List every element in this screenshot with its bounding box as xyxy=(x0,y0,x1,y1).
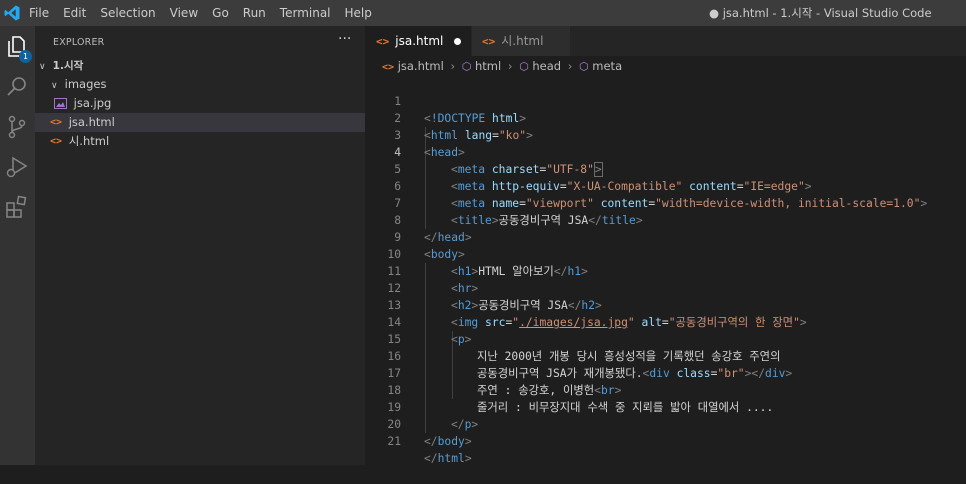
file-si-html[interactable]: <> 시.html xyxy=(35,132,365,151)
title-bar: File Edit Selection View Go Run Terminal… xyxy=(0,0,966,26)
file-si-html-label: 시.html xyxy=(68,134,110,148)
search-icon[interactable] xyxy=(4,74,30,100)
code-line: 7 <title>공동경비구역 JSA</title> xyxy=(365,178,966,227)
code-line: 11 <hr> xyxy=(365,246,966,295)
tab-si-html-label: 시.html xyxy=(501,34,544,48)
file-jsa-html-label: jsa.html xyxy=(68,115,115,129)
breadcrumb-meta[interactable]: meta xyxy=(592,59,622,73)
source-control-icon[interactable] xyxy=(4,114,30,140)
extensions-icon[interactable] xyxy=(4,194,30,220)
menu-help[interactable]: Help xyxy=(338,0,379,26)
element-cube-icon: ⬡ xyxy=(461,60,472,73)
code-line: 12 <h2>공동경비구역 JSA</h2> xyxy=(365,263,966,312)
code-line: 8 </head> xyxy=(365,195,966,244)
window-title: ● jsa.html - 1.시작 - Visual Studio Code xyxy=(709,6,932,20)
breadcrumb-separator: › xyxy=(507,59,513,73)
code-line: 6 <meta name="viewport" content="width=d… xyxy=(365,161,966,210)
code-line: 21 </html> xyxy=(365,416,966,465)
file-jsa-jpg[interactable]: jsa.jpg xyxy=(35,94,365,113)
tab-si-html[interactable]: <> 시.html xyxy=(472,26,570,56)
tab-bar: <> jsa.html <> 시.html xyxy=(365,26,966,56)
code-line: 5 <meta http-equiv="X-UA-Compatible" con… xyxy=(365,144,966,193)
editor-area: <> jsa.html <> 시.html <> jsa.html › ⬡ html… xyxy=(365,26,966,465)
code-line: 19 </p> xyxy=(365,382,966,431)
code-line: 15 지난 2000년 개봉 당시 흥성성적을 기록했던 송강호 주연의 xyxy=(365,314,966,363)
menu-bar: File Edit Selection View Go Run Terminal… xyxy=(22,0,379,26)
code-line: 10 <h1>HTML 알아보기</h1> xyxy=(365,229,966,278)
code-line-current: 4 <meta charset="UTF-8"> xyxy=(365,127,966,177)
code-line: 14 <p> xyxy=(365,297,966,346)
folder-root[interactable]: ∨ 1.시작 xyxy=(35,56,365,75)
menu-file[interactable]: File xyxy=(22,0,56,26)
explorer-sidebar: EXPLORER ··· ∨ 1.시작 ∨ images jsa.jpg <> … xyxy=(35,26,365,465)
code-line: 20 </body> xyxy=(365,399,966,448)
code-line: 18 줄거리 : 비무장지대 수색 중 지뢰를 밟아 대열에서 .... xyxy=(365,365,966,414)
menu-selection[interactable]: Selection xyxy=(93,0,162,26)
code-line: 2 <html lang="ko"> xyxy=(365,93,966,142)
image-file-icon xyxy=(54,98,67,109)
code-line: 3 <head> xyxy=(365,110,966,159)
explorer-title: EXPLORER xyxy=(53,37,105,48)
vscode-logo-icon xyxy=(4,5,20,21)
folder-images[interactable]: ∨ images xyxy=(35,75,365,94)
tab-jsa-html[interactable]: <> jsa.html xyxy=(365,26,471,56)
file-jsa-jpg-label: jsa.jpg xyxy=(73,96,112,110)
html-file-icon: <> xyxy=(482,35,496,48)
code-line: 1 <!DOCTYPE html> xyxy=(365,76,966,125)
element-cube-icon: ⬡ xyxy=(519,60,529,73)
html-file-icon: <> xyxy=(50,117,63,128)
tab-jsa-html-label: jsa.html xyxy=(395,34,444,48)
code-line: 13 <img src="./images/jsa.jpg" alt="공동경비… xyxy=(365,280,966,329)
run-debug-icon[interactable] xyxy=(4,154,30,180)
folder-root-label: 1.시작 xyxy=(52,60,84,72)
html-file-icon: <> xyxy=(50,136,63,147)
activity-bar: 1 xyxy=(0,26,35,465)
menu-view[interactable]: View xyxy=(163,0,205,26)
menu-edit[interactable]: Edit xyxy=(56,0,93,26)
breadcrumb-file[interactable]: jsa.html xyxy=(398,59,444,73)
html-file-icon: <> xyxy=(376,35,390,48)
element-cube-icon: ⬡ xyxy=(579,60,589,73)
folder-images-label: images xyxy=(64,77,107,91)
breadcrumb-head[interactable]: head xyxy=(532,59,561,73)
menu-run[interactable]: Run xyxy=(236,0,273,26)
html-file-icon: <> xyxy=(382,62,395,73)
menu-terminal[interactable]: Terminal xyxy=(273,0,338,26)
breadcrumb-html[interactable]: html xyxy=(475,59,501,73)
breadcrumb-separator: › xyxy=(450,59,456,73)
code-line: 16 공동경비구역 JSA가 재개봉됐다.<div class="br"></d… xyxy=(365,331,966,380)
unsaved-dot-icon[interactable] xyxy=(454,38,461,45)
line-number: 21 xyxy=(387,435,401,448)
breadcrumb-separator: › xyxy=(567,59,573,73)
explorer-badge: 1 xyxy=(19,50,32,63)
breadcrumb: <> jsa.html › ⬡ html › ⬡ head › ⬡ meta xyxy=(382,58,622,76)
explorer-icon[interactable]: 1 xyxy=(4,34,32,63)
menu-go[interactable]: Go xyxy=(205,0,236,26)
code-line: 9 <body> xyxy=(365,212,966,261)
code-line: 17 주연 : 송강호, 이병헌<br> xyxy=(365,348,966,397)
more-actions-icon[interactable]: ··· xyxy=(338,31,351,47)
file-jsa-html[interactable]: <> jsa.html xyxy=(35,113,365,132)
